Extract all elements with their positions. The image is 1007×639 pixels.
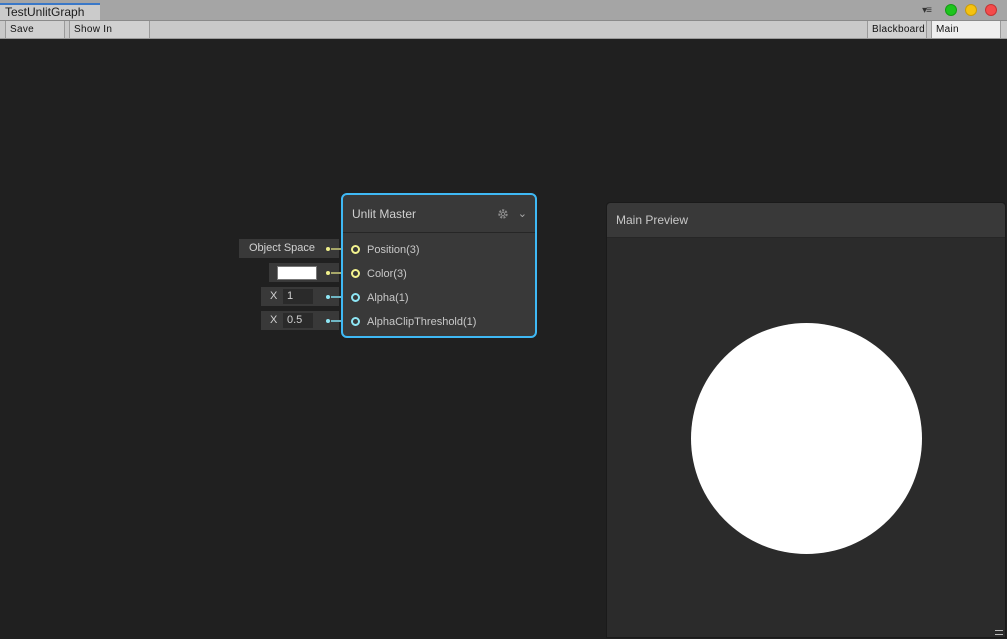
- color-input: [269, 263, 339, 282]
- color-input-port: [326, 271, 330, 275]
- slot-alpha: Alpha(1): [343, 289, 535, 309]
- alpha-input-port: [326, 295, 330, 299]
- preview-title: Main Preview: [616, 213, 689, 227]
- tab-test-unlit-graph[interactable]: TestUnlitGraph: [0, 3, 100, 20]
- chevron-down-icon[interactable]: ⌄: [518, 207, 527, 220]
- alpha-axis-label: X: [270, 290, 278, 302]
- menu-icon[interactable]: ▾≡: [922, 5, 932, 16]
- alpha-value-field[interactable]: 1: [283, 289, 313, 304]
- slot-label: Position(3): [367, 244, 420, 256]
- toolbar: Save Asset Show In Project Blackboard Ma…: [0, 21, 1007, 52]
- tab-bar: TestUnlitGraph ▾≡: [0, 0, 1007, 21]
- unlit-master-node[interactable]: Unlit Master ⌄ Position(3) Color(3) Alph…: [341, 193, 537, 338]
- position-port[interactable]: [351, 245, 360, 254]
- clip-axis-label: X: [270, 314, 278, 326]
- color-swatch[interactable]: [277, 266, 317, 280]
- blackboard-toggle[interactable]: Blackboard: [867, 21, 927, 38]
- slot-label: Color(3): [367, 268, 407, 280]
- window-controls: ▾≡: [922, 3, 997, 17]
- minimize-button[interactable]: [965, 4, 977, 16]
- preview-sphere[interactable]: [691, 323, 922, 554]
- clip-value-field[interactable]: 0.5: [283, 313, 313, 328]
- slot-label: AlphaClipThreshold(1): [367, 316, 477, 328]
- save-asset-button[interactable]: Save Asset: [5, 21, 65, 52]
- color-port[interactable]: [351, 269, 360, 278]
- position-input-port: [326, 247, 330, 251]
- show-in-project-button[interactable]: Show In Project: [69, 21, 150, 52]
- slot-color: Color(3): [343, 265, 535, 285]
- resize-handle[interactable]: [995, 630, 1003, 635]
- clip-input-port: [326, 319, 330, 323]
- node-header[interactable]: Unlit Master ⌄: [343, 195, 535, 233]
- main-preview-panel[interactable]: Main Preview: [606, 202, 1006, 638]
- close-button[interactable]: [985, 4, 997, 16]
- main-preview-toggle[interactable]: Main Preview: [931, 21, 1001, 52]
- slot-position: Position(3): [343, 241, 535, 261]
- slot-label: Alpha(1): [367, 292, 409, 304]
- alpha-clip-input: X 0.5: [261, 311, 339, 330]
- slot-alpha-clip: AlphaClipThreshold(1): [343, 313, 535, 333]
- position-space-dropdown[interactable]: Object Space: [239, 239, 339, 258]
- maximize-button[interactable]: [945, 4, 957, 16]
- node-title: Unlit Master: [352, 207, 417, 221]
- preview-header[interactable]: Main Preview: [607, 203, 1005, 238]
- alpha-clip-port[interactable]: [351, 317, 360, 326]
- position-space-label: Object Space: [249, 242, 316, 254]
- alpha-port[interactable]: [351, 293, 360, 302]
- shader-graph-window: TestUnlitGraph ▾≡ Save Asset Show In Pro…: [0, 0, 1007, 639]
- alpha-input: X 1: [261, 287, 339, 306]
- gear-icon[interactable]: [497, 208, 509, 220]
